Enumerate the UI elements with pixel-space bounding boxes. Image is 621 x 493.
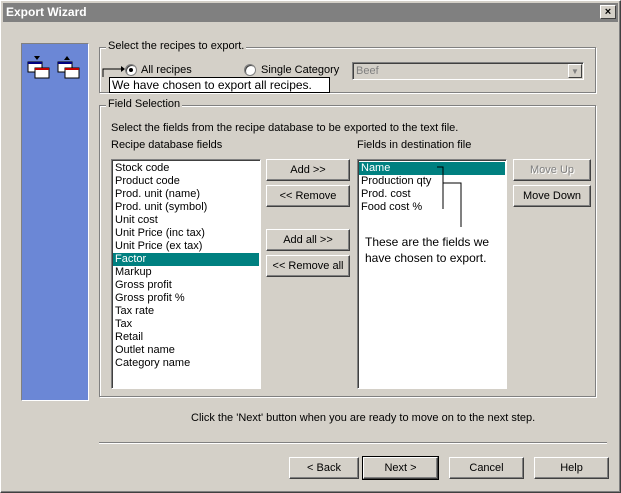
footer-divider <box>99 442 607 444</box>
all-recipes-label[interactable]: All recipes <box>141 64 192 76</box>
window-title: Export Wizard <box>6 5 87 19</box>
help-button[interactable]: Help <box>534 457 609 479</box>
dest-field-item[interactable]: Food cost % <box>359 201 505 214</box>
export-wizard-window: Export Wizard × Select the recipes to ex… <box>0 0 621 493</box>
source-field-item[interactable]: Unit Price (ex tax) <box>113 240 259 253</box>
source-field-item[interactable]: Factor <box>113 253 259 266</box>
all-recipes-radio[interactable] <box>125 64 137 76</box>
wizard-side-panel <box>21 43 89 401</box>
move-down-button[interactable]: Move Down <box>513 185 591 207</box>
source-fields-header: Recipe database fields <box>111 139 223 151</box>
source-fields-list[interactable]: Stock code Product code Prod. unit (name) P… <box>111 159 261 389</box>
wizard-step-up-icon <box>27 56 50 79</box>
next-button[interactable]: Next > <box>362 456 439 480</box>
source-field-item[interactable]: Retail <box>113 331 259 344</box>
source-field-item[interactable]: Stock code <box>113 162 259 175</box>
close-button[interactable]: × <box>600 5 616 19</box>
annotation-bracket <box>437 166 462 227</box>
dest-field-item[interactable]: Prod. cost <box>359 188 505 201</box>
source-field-item[interactable]: Gross profit % <box>113 292 259 305</box>
remove-button[interactable]: << Remove <box>266 185 350 207</box>
source-field-item[interactable]: Outlet name <box>113 344 259 357</box>
single-category-radio[interactable] <box>244 64 256 76</box>
category-select[interactable]: Beef ▼ <box>352 62 584 80</box>
source-field-item[interactable]: Product code <box>113 175 259 188</box>
title-bar: Export Wizard × <box>3 3 618 22</box>
source-field-item[interactable]: Category name <box>113 357 259 370</box>
source-field-item[interactable]: Prod. unit (name) <box>113 188 259 201</box>
dest-fields-header: Fields in destination file <box>357 139 472 151</box>
dest-fields-list[interactable]: Name Production qty Prod. cost Food cost % <box>357 159 507 389</box>
field-instruction: Select the fields from the recipe databa… <box>111 122 459 134</box>
field-selection-title: Field Selection <box>106 98 183 110</box>
move-up-button[interactable]: Move Up <box>513 159 591 181</box>
dest-field-item[interactable]: Production qty <box>359 175 505 188</box>
recipes-group-title: Select the recipes to export. <box>106 40 247 52</box>
dest-field-item[interactable]: Name <box>359 162 505 175</box>
source-field-item[interactable]: Markup <box>113 266 259 279</box>
back-button[interactable]: < Back <box>289 457 359 479</box>
add-all-button[interactable]: Add all >> <box>266 229 350 251</box>
source-field-item[interactable]: Gross profit <box>113 279 259 292</box>
cancel-button[interactable]: Cancel <box>449 457 524 479</box>
single-category-label[interactable]: Single Category <box>261 64 339 76</box>
remove-all-button[interactable]: << Remove all <box>266 255 350 277</box>
source-field-item[interactable]: Unit cost <box>113 214 259 227</box>
dropdown-arrow-icon[interactable]: ▼ <box>568 64 582 78</box>
category-select-value: Beef <box>356 65 379 77</box>
source-field-item[interactable]: Unit Price (inc tax) <box>113 227 259 240</box>
source-field-item[interactable]: Tax <box>113 318 259 331</box>
add-button[interactable]: Add >> <box>266 159 350 181</box>
wizard-step-down-icon <box>57 56 80 79</box>
next-step-hint: Click the 'Next' button when you are rea… <box>191 412 536 424</box>
fields-note: These are the fields we have chosen to e… <box>365 235 490 265</box>
all-recipes-tooltip: We have chosen to export all recipes. <box>109 77 330 93</box>
source-field-item[interactable]: Prod. unit (symbol) <box>113 201 259 214</box>
source-field-item[interactable]: Tax rate <box>113 305 259 318</box>
